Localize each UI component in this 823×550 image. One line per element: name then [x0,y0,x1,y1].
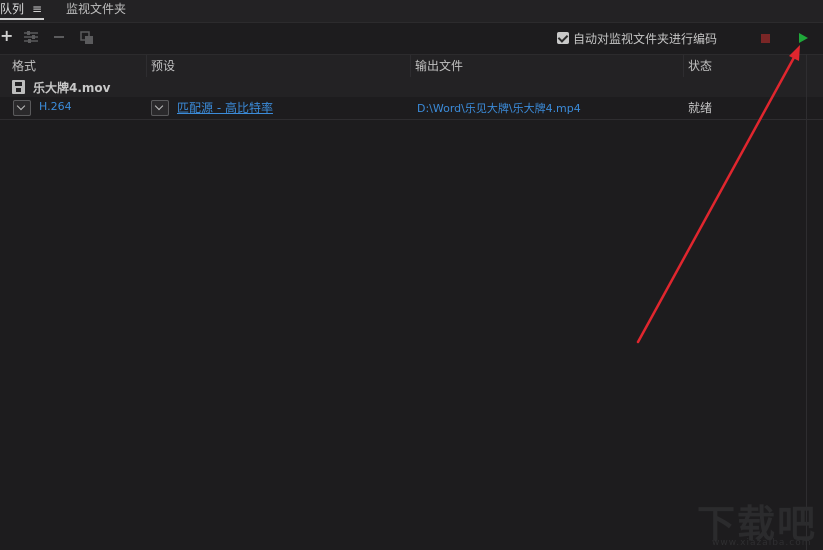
annotation-arrow-icon [636,45,800,344]
watermark-url: www.xiazaiba.com [712,538,812,548]
